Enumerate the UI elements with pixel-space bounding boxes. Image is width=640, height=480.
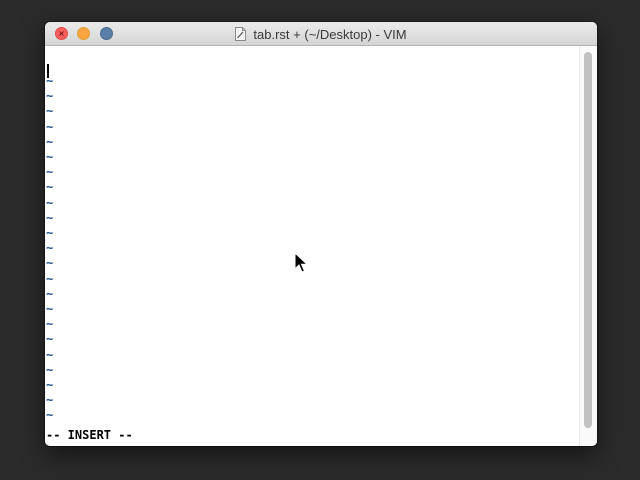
empty-line-marker: ~ xyxy=(46,195,54,210)
empty-line-marker: ~ xyxy=(46,119,54,134)
vertical-scrollbar[interactable] xyxy=(579,46,597,446)
window-title-area: tab.rst + (~/Desktop) - VIM xyxy=(45,22,597,46)
scrollbar-thumb[interactable] xyxy=(584,52,592,428)
empty-line-marker: ~ xyxy=(46,165,54,180)
empty-line-marker: ~ xyxy=(46,393,54,408)
empty-line-marker: ~ xyxy=(46,286,54,301)
vim-window: × tab.rst + (~/Desktop) - VIM ~ ~ ~ ~ ~ ~ ~ ~ ~ ~… xyxy=(45,22,597,446)
empty-line-marker: ~ xyxy=(46,134,54,149)
empty-line-marker: ~ xyxy=(46,210,54,225)
empty-line-marker: ~ xyxy=(46,256,54,271)
empty-line-marker: ~ xyxy=(46,226,54,240)
mode-indicator: -- INSERT -- xyxy=(46,428,133,442)
empty-line-marker: ~ xyxy=(46,347,54,362)
empty-line-marker: ~ xyxy=(46,104,54,119)
empty-line-marker: ~ xyxy=(46,180,54,195)
empty-line-marker: ~ xyxy=(46,317,54,332)
empty-line-marker: ~ xyxy=(46,271,54,286)
empty-line-marker: ~ xyxy=(46,362,54,377)
title-bar[interactable]: × tab.rst + (~/Desktop) - VIM xyxy=(45,22,597,46)
empty-line-marker: ~ xyxy=(46,241,54,256)
empty-line-marker: ~ xyxy=(46,150,54,164)
window-title: tab.rst + (~/Desktop) - VIM xyxy=(253,26,407,42)
empty-line-marker: ~ xyxy=(46,74,54,88)
mouse-pointer-icon xyxy=(294,251,309,274)
empty-line-marker: ~ xyxy=(46,408,54,423)
empty-line-marker: ~ xyxy=(46,302,54,316)
document-icon xyxy=(235,27,247,41)
empty-line-marker: ~ xyxy=(46,89,54,104)
empty-line-marker: ~ xyxy=(46,332,54,347)
empty-line-marker: ~ xyxy=(46,378,54,392)
text-editor-area[interactable]: ~ ~ ~ ~ ~ ~ ~ ~ ~ ~ ~ ~ ~ ~ ~ ~ ~ ~ ~ ~ ~ ~ ~ -- INSERT -- xyxy=(45,46,579,446)
